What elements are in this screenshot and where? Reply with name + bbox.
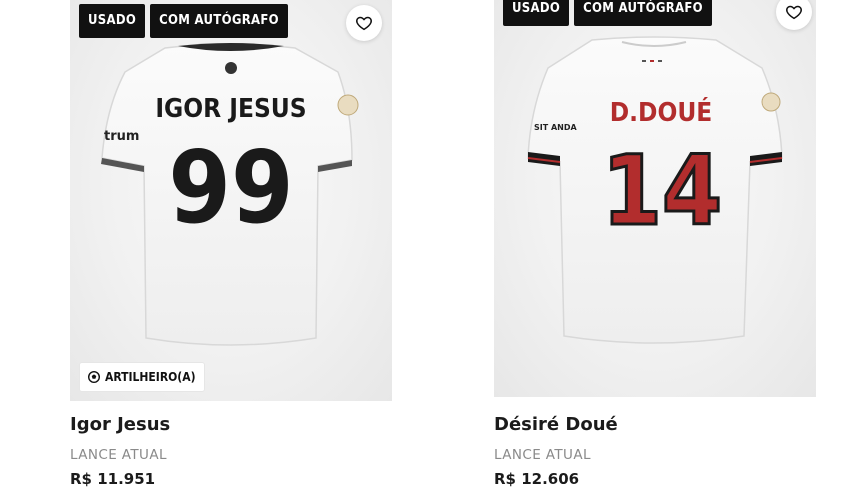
tag-autographed: COM AUTÓGRAFO (150, 4, 288, 38)
jersey-name-text: D.DOUÉ (610, 96, 713, 128)
product-title[interactable]: Désiré Doué (494, 413, 816, 437)
current-bid-label: LANCE ATUAL (70, 447, 167, 463)
tag-list: USADO COM AUTÓGRAFO (79, 4, 288, 38)
jersey-number-text: 14 (602, 135, 722, 247)
jersey-name-text: IGOR JESUS (155, 94, 306, 124)
football-icon (88, 371, 100, 383)
sleeve-sponsor-text: trum (104, 129, 139, 144)
tag-used: USADO (79, 4, 146, 38)
favorite-button[interactable] (346, 5, 382, 41)
badge-label: ARTILHEIRO(A) (105, 370, 196, 384)
sleeve-sponsor-text: SIT ANDA (534, 123, 578, 132)
current-bid-price: R$ 11.951 (70, 470, 156, 488)
product-card-igor-jesus[interactable]: USADO COM AUTÓGRAFO trum IGOR JESUS 99 A… (70, 0, 392, 489)
heart-icon (356, 16, 372, 31)
current-bid-label: LANCE ATUAL (494, 447, 591, 463)
product-image[interactable]: SIT ANDA D.DOUÉ 14 USADO COM AUTÓGRAFO (494, 0, 816, 397)
tag-list: USADO COM AUTÓGRAFO (503, 0, 712, 26)
heart-icon (786, 5, 802, 20)
product-image[interactable]: USADO COM AUTÓGRAFO trum IGOR JESUS 99 A… (70, 0, 392, 401)
jersey-number-text: 99 (168, 129, 293, 246)
jersey-illustration: trum IGOR JESUS 99 (101, 43, 359, 346)
tag-used: USADO (503, 0, 570, 26)
current-bid-price: R$ 12.606 (494, 470, 580, 488)
jersey-illustration: SIT ANDA D.DOUÉ 14 (527, 36, 783, 344)
product-card-desire-doue[interactable]: SIT ANDA D.DOUÉ 14 USADO COM AUTÓGRAFO D… (494, 0, 816, 489)
product-title[interactable]: Igor Jesus (70, 413, 392, 437)
tag-autographed: COM AUTÓGRAFO (574, 0, 712, 26)
top-scorer-badge: ARTILHEIRO(A) (80, 363, 204, 391)
